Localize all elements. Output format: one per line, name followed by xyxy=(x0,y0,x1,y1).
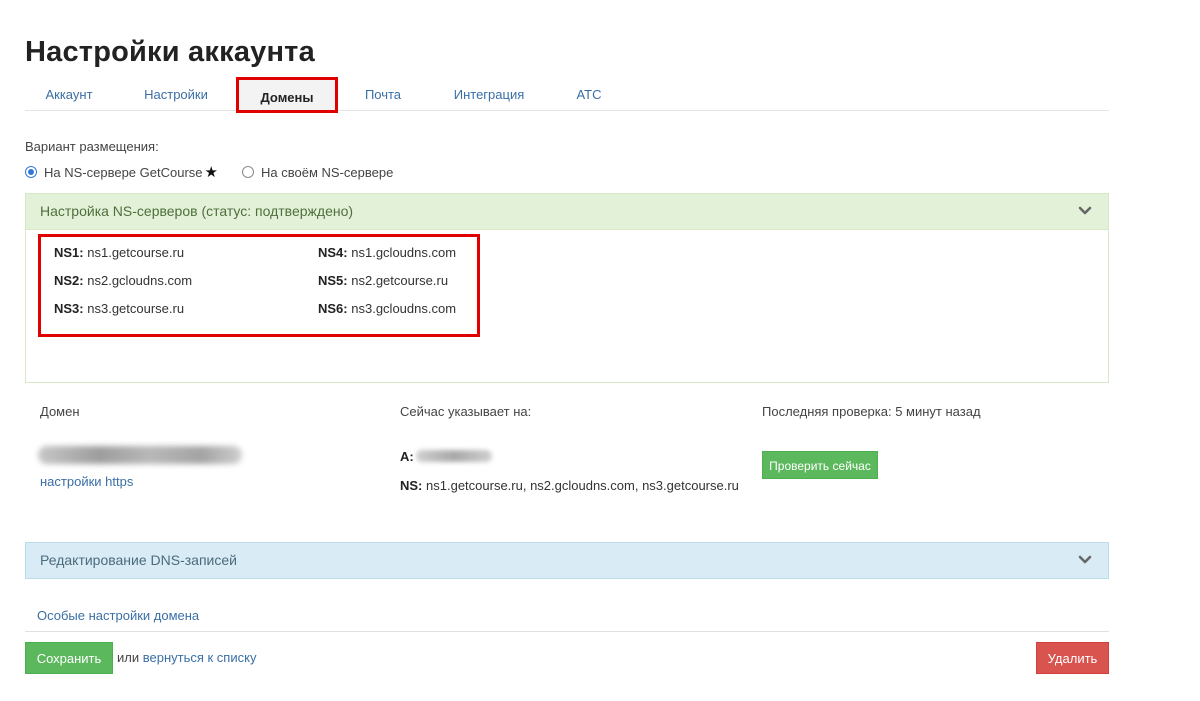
radio-own-label: На своём NS-сервере xyxy=(261,164,394,180)
radio-getcourse-label: На NS-сервере GetCourse xyxy=(44,164,203,180)
dns-panel-title: Редактирование DNS-записей xyxy=(40,552,237,568)
radio-checked-icon[interactable] xyxy=(25,166,37,178)
ns-servers-highlight: NS1: ns1.getcourse.ru NS2: ns2.gcloudns.… xyxy=(38,234,480,337)
tabs-bar: Аккаунт Настройки Домены Почта Интеграци… xyxy=(25,77,1109,113)
points-to-column-label: Сейчас указывает на: xyxy=(400,404,532,419)
tab-domains[interactable]: Домены xyxy=(236,77,338,113)
tab-account[interactable]: Аккаунт xyxy=(44,79,94,111)
or-text-row: или вернуться к списку xyxy=(117,650,256,665)
tab-mail[interactable]: Почта xyxy=(363,79,403,111)
ns-panel-header[interactable]: Настройка NS-серверов (статус: подтвержд… xyxy=(26,194,1108,230)
special-domain-settings-link[interactable]: Особые настройки домена xyxy=(37,608,199,623)
domain-column-label: Домен xyxy=(40,404,80,419)
ns-record-label: NS: xyxy=(400,478,423,493)
ns4-row: NS4: ns1.gcloudns.com xyxy=(318,245,457,260)
last-check-label: Последняя проверка: 5 минут назад xyxy=(762,404,981,419)
placement-label: Вариант размещения: xyxy=(25,139,159,154)
ns1-row: NS1: ns1.getcourse.ru xyxy=(54,245,185,260)
star-icon: ★ xyxy=(204,163,218,181)
ns3-row: NS3: ns3.getcourse.ru xyxy=(54,301,185,316)
ns-panel-title: Настройка NS-серверов (статус: подтвержд… xyxy=(40,203,354,219)
radio-getcourse-ns[interactable]: На NS-сервере GetCourse ★ xyxy=(25,164,218,180)
check-now-button[interactable]: Проверить сейчас xyxy=(762,451,878,479)
page-title: Настройки аккаунта xyxy=(25,36,315,68)
back-to-list-link[interactable]: вернуться к списку xyxy=(143,650,257,665)
delete-button[interactable]: Удалить xyxy=(1036,642,1109,674)
radio-unchecked-icon[interactable] xyxy=(242,166,254,178)
ns5-row: NS5: ns2.getcourse.ru xyxy=(318,273,449,288)
save-button[interactable]: Сохранить xyxy=(25,642,113,674)
radio-own-ns[interactable]: На своём NS-сервере xyxy=(242,164,393,180)
ns6-row: NS6: ns3.gcloudns.com xyxy=(318,301,457,316)
tab-integration[interactable]: Интеграция xyxy=(453,79,525,111)
chevron-down-icon[interactable] xyxy=(1078,555,1092,565)
dns-records-panel[interactable]: Редактирование DNS-записей xyxy=(25,542,1109,579)
a-record-blurred xyxy=(416,450,492,462)
or-text: или xyxy=(117,650,140,665)
a-record-label: A: xyxy=(400,449,414,464)
tab-pbx[interactable]: АТС xyxy=(576,79,602,111)
divider xyxy=(25,631,1109,632)
tab-settings[interactable]: Настройки xyxy=(143,79,209,111)
ns-record-value: ns1.getcourse.ru, ns2.gcloudns.com, ns3.… xyxy=(426,478,739,493)
ns-record-row: NS: ns1.getcourse.ru, ns2.gcloudns.com, … xyxy=(400,478,739,493)
ns2-row: NS2: ns2.gcloudns.com xyxy=(54,273,193,288)
https-settings-link[interactable]: настройки https xyxy=(40,474,133,489)
domain-name-blurred xyxy=(38,446,242,464)
chevron-down-icon[interactable] xyxy=(1078,206,1092,216)
